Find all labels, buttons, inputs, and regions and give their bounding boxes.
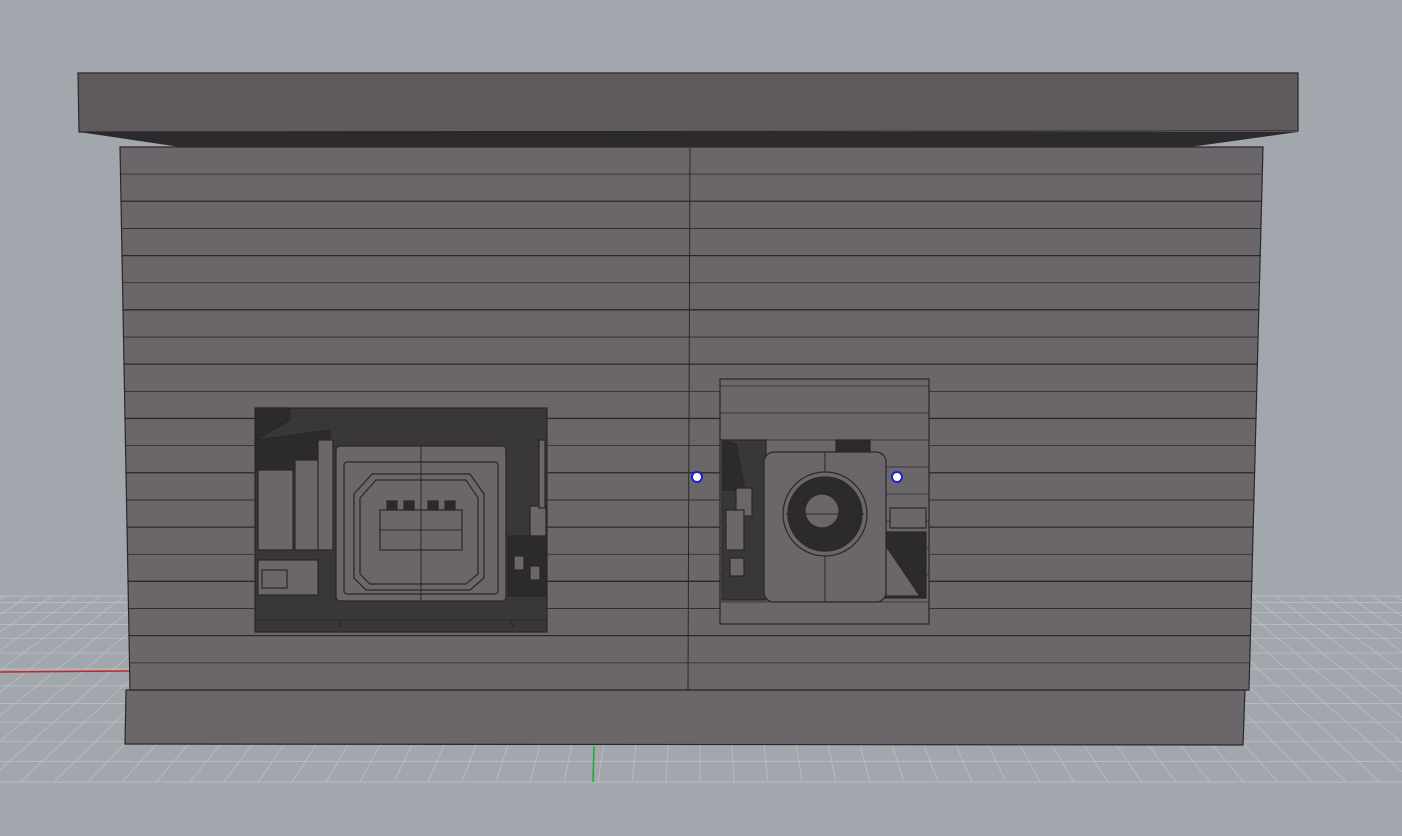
dc-barrel-jack-cutout[interactable] [719, 378, 930, 625]
dc-left-smd [729, 557, 745, 577]
usb-side-component-3 [317, 439, 334, 551]
dc-right-tab [889, 507, 927, 529]
perspective-viewport[interactable] [0, 0, 1402, 836]
usb-b-pin-3 [427, 500, 439, 511]
y-axis-line [592, 745, 595, 783]
usb-b-pin-1 [386, 500, 398, 511]
grid-line [0, 595, 53, 633]
base-plate[interactable] [124, 689, 1246, 746]
grid-line [1395, 595, 1402, 601]
control-point-1[interactable] [691, 471, 703, 483]
grid-line [0, 595, 5, 599]
x-axis-line [0, 670, 133, 673]
grid-line [1299, 595, 1402, 673]
grid-line [1251, 595, 1402, 718]
usb-side-component [257, 469, 294, 551]
grid-line [0, 595, 149, 717]
enclosure-3d-model[interactable] [77, 72, 1299, 746]
usb-right-component [529, 505, 547, 537]
grid-line [1347, 595, 1402, 634]
usb-b-pin-4 [444, 500, 456, 511]
usb-right-post [538, 439, 546, 509]
usb-b-port-cutout[interactable] [254, 407, 548, 633]
dc-left-component-2 [725, 509, 745, 551]
grid-line [1323, 595, 1402, 653]
grid-line [1275, 595, 1402, 695]
grid-line [1227, 595, 1402, 744]
control-point-2[interactable] [891, 471, 903, 483]
usb-smd-2 [529, 565, 541, 581]
grid-line [1371, 595, 1402, 617]
usb-b-pin-2 [403, 500, 415, 511]
usb-smd-1 [513, 555, 525, 571]
lid-shadow [79, 132, 1298, 147]
top-lid[interactable] [77, 72, 1299, 133]
usb-lower-component-2 [261, 569, 288, 589]
dc-jack-pin [804, 493, 840, 529]
